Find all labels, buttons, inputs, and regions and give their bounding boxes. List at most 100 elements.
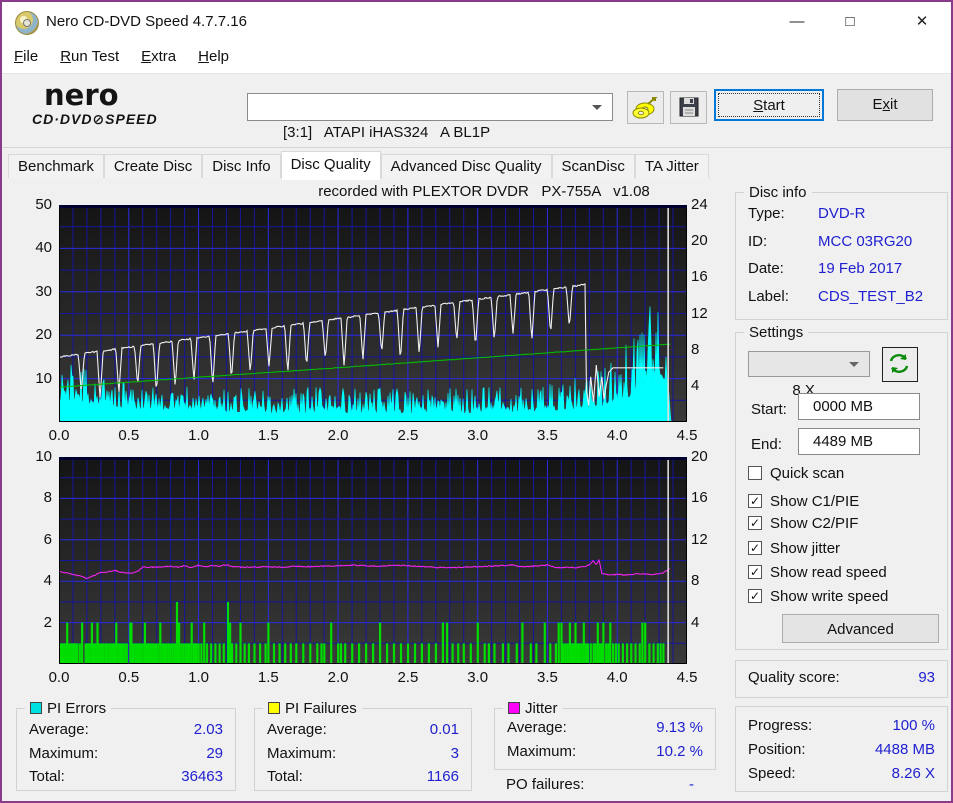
menu-help[interactable]: Help: [188, 42, 239, 72]
x-tick: 3.5: [537, 669, 558, 686]
y-right-tick: 12: [691, 530, 708, 548]
x-tick: 1.0: [188, 427, 209, 444]
pi-errors-stats-title: PI Errors: [47, 700, 107, 717]
scan-speed-select[interactable]: 8 X: [748, 351, 870, 399]
y-left-tick: 6: [43, 530, 52, 548]
pi-failures-average-label: Average:: [267, 721, 327, 738]
menu-file[interactable]: File: [4, 42, 48, 72]
speed-label: Speed:: [748, 765, 796, 782]
checkbox-label: Quick scan: [770, 465, 845, 482]
pi-failures-stats-box: PI Failures Average: 0.01 Maximum: 3 Total…: [254, 700, 472, 791]
progress-box: Progress: 100 % Position: 4488 MB Speed: 8.…: [735, 706, 948, 792]
tab-scandisc[interactable]: ScanDisc: [551, 154, 635, 180]
x-tick: 0.5: [118, 669, 140, 686]
x-tick: 4.5: [676, 427, 698, 444]
exit-button[interactable]: Exit: [837, 89, 933, 121]
x-tick: 2.5: [397, 669, 419, 686]
disc-id-label: ID:: [748, 233, 768, 250]
close-button[interactable]: ✕: [899, 2, 945, 42]
drive-select[interactable]: [3:1] ATAPI iHAS324 A BL1P: [247, 93, 613, 141]
x-tick: 3.0: [467, 669, 489, 686]
checked-checkbox-icon: ✓: [748, 494, 762, 508]
minimize-button[interactable]: —: [774, 2, 820, 42]
menu-run-test[interactable]: Run Test: [50, 42, 129, 72]
y-right-tick: 16: [691, 268, 708, 286]
y-right-tick: 20: [691, 448, 708, 465]
y-left-tick: 8: [43, 489, 52, 507]
checked-checkbox-icon: ✓: [748, 541, 762, 555]
checkbox-label: Show C1/PIE: [770, 493, 860, 510]
pi-errors-total-label: Total:: [29, 768, 65, 785]
y-right-tick: 4: [691, 613, 700, 631]
quality-score-label: Quality score:: [748, 669, 840, 686]
checkbox-label: Show jitter: [770, 540, 841, 557]
jitter-stats-box: Jitter Average: 9.13 % Maximum: 10.2 %: [494, 700, 716, 770]
pi-failures-maximum-label: Maximum:: [267, 745, 337, 762]
refresh-button[interactable]: [882, 347, 918, 382]
app-icon: [15, 11, 39, 35]
y-right-tick: 16: [691, 489, 708, 507]
y-left-tick: 40: [35, 239, 52, 257]
x-tick: 3.0: [467, 427, 489, 444]
unchecked-checkbox-icon: [748, 466, 762, 480]
progress-label: Progress:: [748, 717, 813, 734]
disc-date-label: Date:: [748, 260, 784, 277]
pi-errors-average-label: Average:: [29, 721, 89, 738]
tab-advanced-disc-quality[interactable]: Advanced Disc Quality: [380, 154, 552, 180]
quality-score-box: Quality score: 93: [735, 660, 948, 698]
checked-checkbox-icon: ✓: [748, 565, 762, 579]
disc-quality-panel: recorded with PLEXTOR DVDR PX-755A v1.08…: [4, 178, 951, 801]
progress-value: 100 %: [892, 717, 935, 734]
x-tick: 0.0: [48, 427, 70, 444]
tab-benchmark[interactable]: Benchmark: [8, 154, 104, 180]
pi-failures-total-value: 1166: [426, 768, 459, 785]
eject-button[interactable]: [627, 91, 664, 124]
disc-date-value: 19 Feb 2017: [818, 260, 903, 277]
pi-failures-stats-title: PI Failures: [285, 700, 357, 717]
app-window: Nero CD-DVD Speed 4.7.7.16 — □ ✕ File Run…: [0, 0, 953, 803]
jitter-legend-swatch: [508, 702, 520, 714]
tab-disc-quality[interactable]: Disc Quality: [280, 151, 381, 180]
jitter-average-value: 9.13 %: [656, 719, 703, 736]
pi-failures-legend-swatch: [268, 702, 280, 714]
y-left-tick: 10: [35, 369, 52, 387]
advanced-button-label: Advanced: [827, 621, 894, 638]
position-value: 4488 MB: [874, 741, 935, 758]
y-left-tick: 2: [43, 613, 52, 631]
jitter-maximum-label: Maximum:: [507, 743, 577, 760]
x-tick: 1.5: [257, 427, 279, 444]
x-tick: 2.5: [397, 427, 419, 444]
y-left-tick: 10: [35, 448, 52, 465]
chevron-down-icon: [849, 362, 859, 367]
end-position-input[interactable]: 4489 MB: [798, 428, 920, 455]
save-icon: [679, 97, 699, 117]
maximize-button[interactable]: □: [827, 2, 873, 42]
y-right-tick: 8: [691, 572, 700, 590]
y-left-tick: 20: [35, 326, 52, 344]
checked-checkbox-icon: ✓: [748, 589, 762, 603]
eject-disc-icon: [632, 97, 658, 119]
x-tick: 3.5: [537, 427, 558, 444]
settings-title: Settings: [749, 324, 804, 341]
refresh-icon: [889, 354, 909, 373]
drive-select-value: [3:1] ATAPI iHAS324 A BL1P: [283, 124, 491, 141]
pi-errors-total-value: 36463: [181, 768, 223, 785]
y-right-tick: 20: [691, 232, 708, 250]
speed-value: 8.26 X: [891, 765, 935, 782]
disc-type-value: DVD-R: [818, 205, 866, 222]
quality-score-value: 93: [918, 669, 935, 686]
tab-create-disc[interactable]: Create Disc: [103, 154, 203, 180]
tab-ta-jitter[interactable]: TA Jitter: [634, 154, 709, 180]
menu-bar: File Run Test Extra Help: [2, 42, 951, 74]
disc-type-label: Type:: [748, 205, 785, 222]
po-failures-row: PO failures: -: [506, 776, 694, 798]
x-tick: 1.0: [188, 669, 209, 686]
start-position-input[interactable]: 0000 MB: [798, 393, 920, 420]
save-button[interactable]: [670, 91, 707, 124]
start-button[interactable]: Start: [714, 89, 824, 121]
tab-disc-info[interactable]: Disc Info: [202, 154, 281, 180]
x-tick: 2.0: [327, 669, 349, 686]
advanced-button[interactable]: Advanced: [782, 614, 939, 643]
pi-failures-total-label: Total:: [267, 768, 303, 785]
menu-extra[interactable]: Extra: [131, 42, 186, 72]
